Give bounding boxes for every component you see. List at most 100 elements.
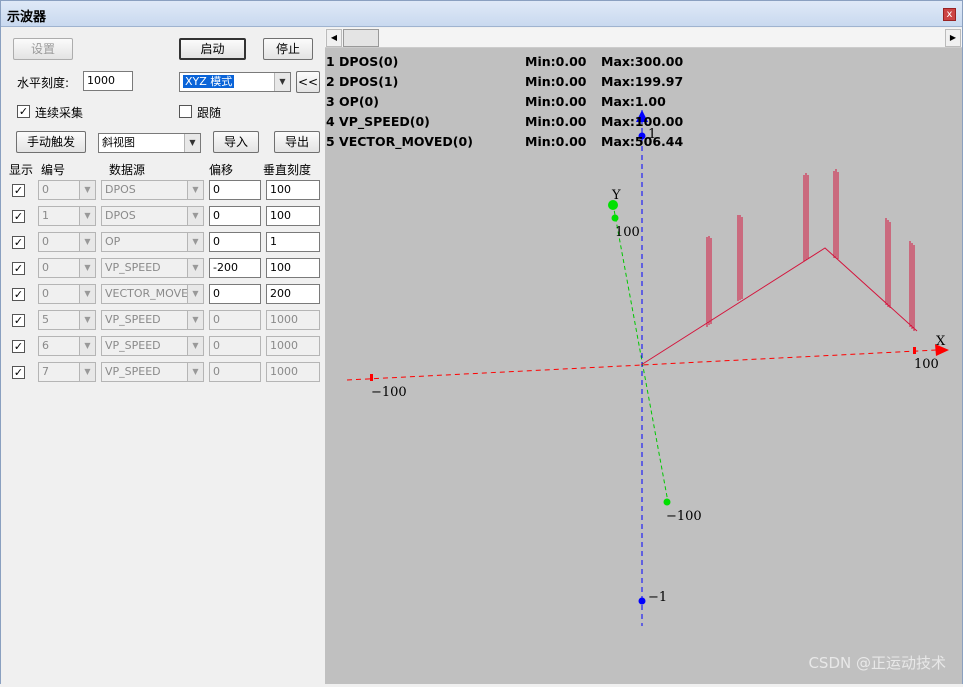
channel-index-select[interactable]: 0 ▼	[38, 180, 96, 200]
channel-index-value: 0	[42, 287, 49, 300]
channel-index-value: 7	[42, 365, 49, 378]
channel-source-select[interactable]: VP_SPEED ▼	[101, 310, 204, 330]
channel-offset-input[interactable]: 0	[209, 336, 261, 356]
legend-max: Max:1.00	[601, 94, 666, 109]
chevron-down-icon: ▼	[79, 233, 95, 251]
stop-button[interactable]: 停止	[263, 38, 313, 60]
chevron-down-icon: ▼	[79, 363, 95, 381]
x-neg-tick-mark	[370, 374, 373, 381]
channel-index-value: 1	[42, 209, 49, 222]
header-index: 编号	[41, 163, 66, 177]
chevron-down-icon: ▼	[187, 207, 203, 225]
channel-index-select[interactable]: 7 ▼	[38, 362, 96, 382]
legend-name: 2 DPOS(1)	[326, 74, 399, 89]
channel-show-checkbox[interactable]: ✓	[12, 210, 25, 223]
channel-source-value: VP_SPEED	[105, 313, 161, 326]
view-select[interactable]: 斜视图 ▼	[98, 133, 201, 153]
horizontal-scrollbar[interactable]: ◀ ▶	[325, 28, 962, 48]
channel-index-value: 0	[42, 235, 49, 248]
channel-index-value: 6	[42, 339, 49, 352]
channel-source-value: VECTOR_MOVED	[105, 287, 197, 300]
oscilloscope-window: 示波器 x 设置 启动 停止 水平刻度: 1000 XYZ 模式 ▼ << ✓ …	[0, 0, 963, 684]
legend-max: Max:506.44	[601, 134, 684, 149]
control-panel: 设置 启动 停止 水平刻度: 1000 XYZ 模式 ▼ << ✓ 连续采集 跟…	[1, 28, 325, 684]
mode-select[interactable]: XYZ 模式 ▼	[179, 72, 291, 92]
channel-index-value: 0	[42, 261, 49, 274]
chevron-down-icon: ▼	[79, 181, 95, 199]
import-button[interactable]: 导入	[213, 131, 259, 153]
channel-index-value: 5	[42, 313, 49, 326]
follow-checkbox[interactable]	[179, 105, 192, 118]
channel-index-select[interactable]: 1 ▼	[38, 206, 96, 226]
channel-offset-input[interactable]: 0	[209, 310, 261, 330]
channel-show-checkbox[interactable]: ✓	[12, 236, 25, 249]
chevron-down-icon: ▼	[184, 134, 200, 152]
channel-offset-input[interactable]: 0	[209, 180, 261, 200]
chevron-down-icon: ▼	[187, 259, 203, 277]
channel-source-select[interactable]: VECTOR_MOVED ▼	[101, 284, 204, 304]
channel-source-select[interactable]: VP_SPEED ▼	[101, 362, 204, 382]
channel-offset-input[interactable]: -200	[209, 258, 261, 278]
watermark: CSDN @正运动技术	[808, 654, 946, 672]
legend-name: 1 DPOS(0)	[326, 54, 399, 69]
scroll-right-icon[interactable]: ▶	[945, 29, 961, 47]
channel-offset-input[interactable]: 0	[209, 362, 261, 382]
title-bar[interactable]: 示波器 x	[1, 1, 962, 27]
chevron-down-icon: ▼	[79, 337, 95, 355]
export-button[interactable]: 导出	[274, 131, 320, 153]
channel-offset-input[interactable]: 0	[209, 232, 261, 252]
manual-trigger-button[interactable]: 手动触发	[16, 131, 86, 153]
collapse-panel-button[interactable]: <<	[296, 71, 320, 93]
settings-button[interactable]: 设置	[13, 38, 73, 60]
channel-source-value: VP_SPEED	[105, 261, 161, 274]
channel-index-select[interactable]: 5 ▼	[38, 310, 96, 330]
channel-show-checkbox[interactable]: ✓	[12, 340, 25, 353]
channel-vscale-input[interactable]: 1	[266, 232, 320, 252]
legend-min: Min:0.00	[525, 134, 587, 149]
scroll-thumb[interactable]	[343, 29, 379, 47]
channel-index-select[interactable]: 0 ▼	[38, 284, 96, 304]
chevron-down-icon: ▼	[79, 285, 95, 303]
channel-source-select[interactable]: DPOS ▼	[101, 206, 204, 226]
x-pos-tick-label: 100	[914, 357, 939, 372]
legend-max: Max:100.00	[601, 114, 684, 129]
y-neg-tick-mark	[663, 498, 671, 506]
channel-show-checkbox[interactable]: ✓	[12, 262, 25, 275]
legend-min: Min:0.00	[525, 74, 587, 89]
horizontal-scale-input[interactable]: 1000	[83, 71, 133, 91]
channel-index-value: 0	[42, 183, 49, 196]
x-pos-tick-mark	[913, 347, 916, 354]
channel-show-checkbox[interactable]: ✓	[12, 366, 25, 379]
start-button[interactable]: 启动	[179, 38, 246, 60]
channel-index-select[interactable]: 0 ▼	[38, 258, 96, 278]
header-show: 显示	[9, 163, 34, 177]
channel-source-select[interactable]: DPOS ▼	[101, 180, 204, 200]
channel-index-select[interactable]: 0 ▼	[38, 232, 96, 252]
channel-offset-input[interactable]: 0	[209, 206, 261, 226]
channel-index-select[interactable]: 6 ▼	[38, 336, 96, 356]
channel-source-value: DPOS	[105, 183, 136, 196]
channel-vscale-input[interactable]: 1000	[266, 362, 320, 382]
x-axis-label: X	[936, 334, 946, 349]
channel-vscale-input[interactable]: 1000	[266, 336, 320, 356]
channel-show-checkbox[interactable]: ✓	[12, 184, 25, 197]
channel-vscale-input[interactable]: 1000	[266, 310, 320, 330]
header-source: 数据源	[109, 163, 146, 177]
legend-min: Min:0.00	[525, 94, 587, 109]
channel-vscale-input[interactable]: 100	[266, 206, 320, 226]
close-icon[interactable]: x	[943, 8, 956, 21]
chevron-down-icon: ▼	[79, 311, 95, 329]
channel-source-select[interactable]: VP_SPEED ▼	[101, 336, 204, 356]
chevron-down-icon: ▼	[187, 363, 203, 381]
channel-vscale-input[interactable]: 100	[266, 180, 320, 200]
channel-vscale-input[interactable]: 200	[266, 284, 320, 304]
channel-source-select[interactable]: VP_SPEED ▼	[101, 258, 204, 278]
channel-show-checkbox[interactable]: ✓	[12, 288, 25, 301]
channel-source-select[interactable]: OP ▼	[101, 232, 204, 252]
header-offset: 偏移	[209, 163, 234, 177]
scroll-left-icon[interactable]: ◀	[326, 29, 342, 47]
channel-show-checkbox[interactable]: ✓	[12, 314, 25, 327]
channel-vscale-input[interactable]: 100	[266, 258, 320, 278]
continuous-checkbox[interactable]: ✓	[17, 105, 30, 118]
channel-offset-input[interactable]: 0	[209, 284, 261, 304]
